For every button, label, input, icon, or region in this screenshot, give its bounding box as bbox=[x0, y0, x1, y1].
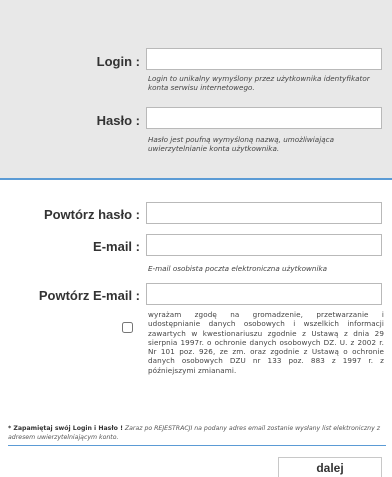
repeat-password-input[interactable] bbox=[146, 202, 382, 224]
password-hint: Hasło jest poufną wymyśloną nazwą, umożl… bbox=[148, 135, 334, 153]
repeat-email-label: Powtórz E-mail : bbox=[38, 288, 140, 303]
password-label: Hasło : bbox=[96, 113, 140, 128]
registration-note: * Zapamiętaj swój Login i Hasło ! Zaraz … bbox=[8, 425, 386, 442]
section-divider bbox=[0, 178, 392, 180]
email-label: E-mail : bbox=[93, 239, 140, 254]
login-input[interactable] bbox=[146, 48, 382, 70]
login-label: Login : bbox=[96, 54, 140, 69]
next-button[interactable]: dalej bbox=[278, 457, 382, 477]
password-input[interactable] bbox=[146, 107, 382, 129]
login-hint: Login to unikalny wymyślony przez użytko… bbox=[148, 74, 370, 92]
repeat-email-input[interactable] bbox=[146, 283, 382, 305]
email-hint: E-mail osobista poczta elektroniczna uży… bbox=[148, 264, 328, 273]
remember-credentials-note: * Zapamiętaj swój Login i Hasło ! bbox=[8, 425, 123, 432]
email-input[interactable] bbox=[146, 234, 382, 256]
consent-checkbox[interactable] bbox=[122, 322, 133, 333]
consent-text: wyrażam zgodę na gromadzenie, przetwarza… bbox=[148, 310, 384, 375]
footer-divider bbox=[8, 445, 386, 446]
repeat-password-label: Powtórz hasło : bbox=[43, 207, 140, 222]
